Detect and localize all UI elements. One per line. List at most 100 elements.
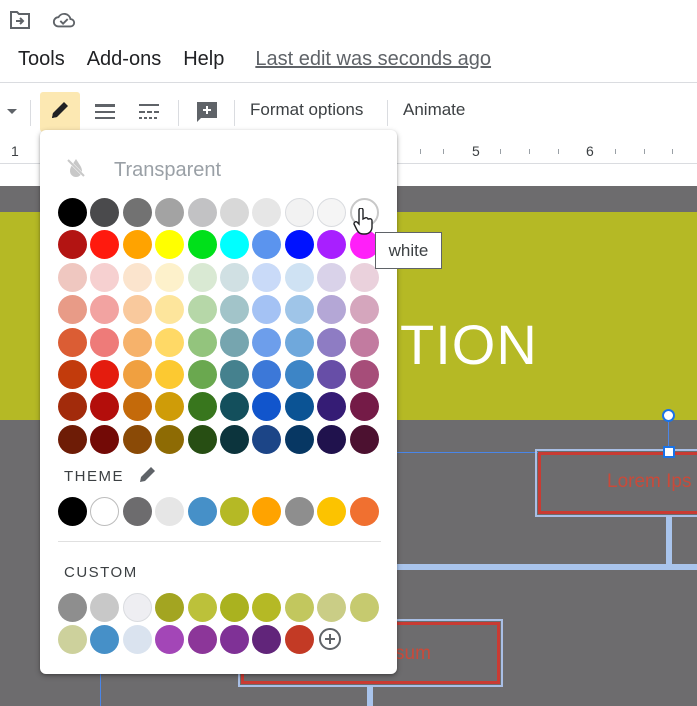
theme-color-swatch[interactable] [349,497,379,526]
custom-color-swatch[interactable] [349,593,379,622]
standard-color-swatch[interactable] [317,392,347,422]
standard-color-swatch[interactable] [155,295,185,325]
transparent-option[interactable]: Transparent [64,156,221,185]
standard-color-swatch[interactable] [58,262,87,292]
standard-color-swatch[interactable] [349,392,379,422]
standard-color-swatch[interactable] [155,230,185,260]
standard-color-swatch[interactable] [58,392,87,422]
standard-color-swatch[interactable] [252,295,282,325]
standard-color-swatch[interactable] [90,295,120,325]
standard-color-swatch[interactable] [220,198,249,227]
standard-color-swatch[interactable] [284,327,314,357]
standard-color-swatch[interactable] [58,295,87,325]
standard-color-swatch[interactable] [155,198,185,227]
standard-color-swatch[interactable] [122,392,152,422]
menu-add-ons[interactable]: Add-ons [87,48,162,71]
standard-color-swatch[interactable] [220,327,249,357]
standard-color-swatch[interactable] [252,360,282,389]
custom-color-swatch[interactable] [90,625,120,654]
standard-color-swatch[interactable] [122,327,152,357]
standard-color-swatch[interactable] [187,360,217,389]
standard-color-swatch[interactable] [349,327,379,357]
theme-color-swatch[interactable] [252,497,282,526]
standard-color-swatch[interactable] [187,424,217,454]
custom-color-swatch[interactable] [284,593,314,622]
standard-color-swatch[interactable] [284,198,314,227]
standard-color-swatch[interactable] [155,392,185,422]
standard-color-swatch[interactable] [122,360,152,389]
standard-color-swatch[interactable] [90,424,120,454]
standard-color-swatch[interactable] [90,327,120,357]
custom-color-swatch[interactable] [220,625,249,654]
custom-color-swatch[interactable] [284,625,314,654]
standard-color-swatch[interactable] [58,424,87,454]
rotate-handle[interactable] [662,409,675,422]
standard-color-swatch[interactable] [90,230,120,260]
standard-color-swatch[interactable] [252,262,282,292]
theme-color-swatch[interactable] [122,497,152,526]
standard-color-swatch[interactable] [90,360,120,389]
add-circle-icon[interactable] [318,627,342,651]
theme-color-swatch[interactable] [220,497,249,526]
standard-color-swatch[interactable] [220,262,249,292]
standard-color-swatch[interactable] [317,360,347,389]
standard-color-swatch[interactable] [58,360,87,389]
standard-color-swatch[interactable] [58,327,87,357]
standard-color-swatch[interactable] [187,327,217,357]
standard-color-swatch[interactable] [284,392,314,422]
custom-color-swatch[interactable] [317,593,347,622]
custom-color-swatch[interactable] [252,593,282,622]
custom-color-swatch[interactable] [155,593,185,622]
standard-color-swatch[interactable] [220,424,249,454]
custom-color-swatch[interactable] [90,593,120,622]
standard-color-swatch[interactable] [252,327,282,357]
standard-color-swatch[interactable] [187,230,217,260]
standard-color-swatch[interactable] [317,424,347,454]
standard-color-swatch[interactable] [58,198,87,227]
move-to-folder-icon[interactable] [8,8,32,32]
connector-line[interactable] [367,686,373,706]
custom-color-swatch[interactable] [155,625,185,654]
standard-color-swatch[interactable] [220,295,249,325]
dropdown-arrow-icon[interactable] [2,92,22,132]
standard-color-swatch[interactable] [349,360,379,389]
standard-color-swatch[interactable] [349,424,379,454]
standard-color-swatch[interactable] [187,262,217,292]
standard-color-swatch[interactable] [317,262,347,292]
standard-color-swatch[interactable] [349,295,379,325]
resize-handle[interactable] [663,446,675,458]
standard-color-swatch[interactable] [252,392,282,422]
custom-color-swatch[interactable] [252,625,282,654]
standard-color-swatch[interactable] [284,360,314,389]
standard-color-swatch[interactable] [122,295,152,325]
custom-color-swatch[interactable] [187,593,217,622]
standard-color-swatch[interactable] [220,230,249,260]
custom-color-swatch[interactable] [187,625,217,654]
standard-color-swatch[interactable] [122,198,152,227]
standard-color-swatch[interactable] [155,424,185,454]
cloud-saved-icon[interactable] [52,8,76,32]
custom-color-swatch[interactable] [58,593,87,622]
custom-color-swatch[interactable] [122,625,152,654]
standard-color-swatch[interactable] [155,262,185,292]
theme-color-swatch[interactable] [187,497,217,526]
standard-color-swatch[interactable] [317,327,347,357]
standard-color-swatch[interactable] [122,424,152,454]
menu-help[interactable]: Help [183,48,224,71]
standard-color-swatch[interactable] [187,198,217,227]
standard-color-swatch[interactable] [252,424,282,454]
standard-color-swatch[interactable] [284,424,314,454]
theme-color-swatch[interactable] [284,497,314,526]
last-edit-link[interactable]: Last edit was seconds ago [255,48,491,71]
standard-color-swatch[interactable] [187,295,217,325]
standard-color-swatch[interactable] [284,262,314,292]
line-dash-icon[interactable] [130,92,168,132]
menu-tools[interactable]: Tools [18,48,65,71]
standard-color-swatch[interactable] [252,230,282,260]
standard-color-swatch[interactable] [284,230,314,260]
theme-color-swatch[interactable] [58,497,87,526]
standard-color-swatch[interactable] [90,392,120,422]
standard-color-swatch[interactable] [155,360,185,389]
theme-color-swatch[interactable] [155,497,185,526]
format-options-button[interactable]: Format options [250,100,363,120]
